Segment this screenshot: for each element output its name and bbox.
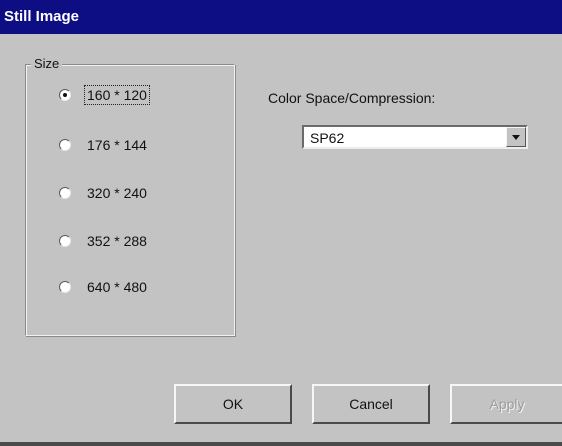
radio-button-icon[interactable] <box>59 235 71 247</box>
window-title: Still Image <box>4 8 80 25</box>
size-option-label: 640 * 480 <box>87 279 147 295</box>
size-option-label: 320 * 240 <box>87 185 147 201</box>
size-option-label: 352 * 288 <box>87 233 147 249</box>
size-group-legend: Size <box>31 56 63 71</box>
size-option-160x120[interactable]: 160 * 120 <box>59 84 150 106</box>
size-option-label: 160 * 120 <box>84 85 150 105</box>
size-option-320x240[interactable]: 320 * 240 <box>59 182 149 204</box>
radio-button-icon[interactable] <box>59 139 71 151</box>
cancel-button[interactable]: Cancel <box>312 384 430 424</box>
dropdown-button[interactable] <box>506 127 526 147</box>
bottom-border <box>0 442 562 446</box>
title-bar[interactable]: Still Image <box>0 0 562 34</box>
radio-button-icon[interactable] <box>59 187 71 199</box>
radio-button-icon[interactable] <box>59 281 71 293</box>
color-space-label: Color Space/Compression: <box>268 90 436 106</box>
radio-button-icon[interactable] <box>59 89 71 101</box>
chevron-down-icon <box>512 135 520 140</box>
size-option-640x480[interactable]: 640 * 480 <box>59 276 149 298</box>
ok-button[interactable]: OK <box>174 384 292 424</box>
color-space-select[interactable]: SP62 <box>302 125 528 149</box>
apply-button[interactable]: Apply <box>450 384 562 424</box>
color-space-value: SP62 <box>310 130 345 146</box>
still-image-dialog: Still Image Size 160 * 120 176 * 144 320… <box>0 0 562 446</box>
size-option-label: 176 * 144 <box>87 137 147 153</box>
size-option-352x288[interactable]: 352 * 288 <box>59 230 149 252</box>
size-option-176x144[interactable]: 176 * 144 <box>59 134 149 156</box>
